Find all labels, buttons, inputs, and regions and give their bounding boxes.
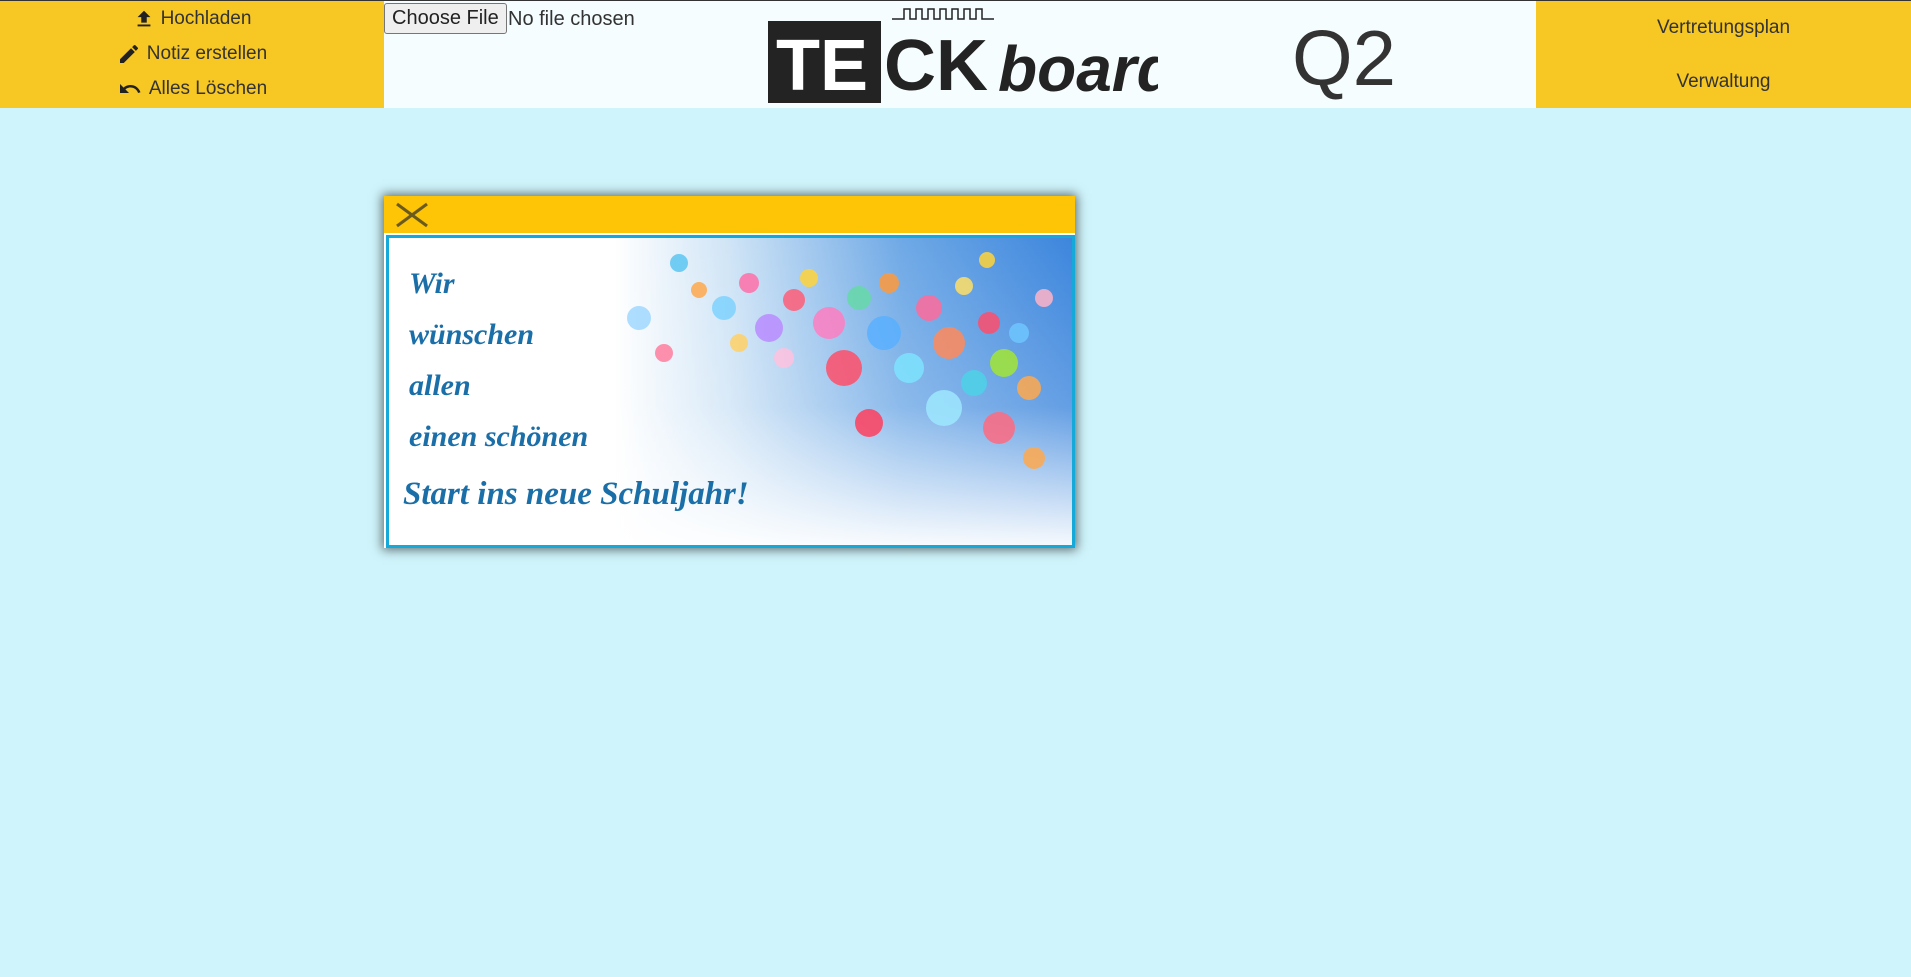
logo-ck: CK [884,26,988,105]
greeting-line-1: Wir [409,267,455,300]
close-icon[interactable] [394,201,430,229]
file-status: No file chosen [508,8,635,30]
undo-icon [119,84,141,93]
clear-all-button[interactable]: Alles Löschen [0,72,384,106]
pencil-icon [119,44,138,63]
logo-te: TE [776,26,868,105]
greeting-line-3: allen [409,369,471,402]
upload-button[interactable]: Hochladen [0,2,384,36]
top-bar: Hochladen Notiz erstellen Alles Löschen … [0,0,1911,108]
class-label: Q2 [1292,14,1397,102]
clear-all-label: Alles Löschen [148,78,268,99]
teckboard-logo: TE CK board [768,8,1158,105]
administration-link[interactable]: Verwaltung [1536,62,1911,102]
create-note-button[interactable]: Notiz erstellen [0,37,384,71]
choose-file-button[interactable]: Choose File [384,3,507,34]
nav-menu: Vertretungsplan Verwaltung [1536,1,1911,108]
greeting-image: Wir wünschen allen einen schönen Start i… [386,235,1075,548]
note-widget[interactable]: Wir wünschen allen einen schönen Start i… [384,196,1075,548]
logo-board: board [998,33,1158,105]
greeting-line-4: einen schönen [409,420,588,453]
header-center: Choose File No file chosen TE CK board Q… [384,1,1536,108]
upload-label: Hochladen [160,8,252,29]
greeting-line-2: wünschen [409,318,534,351]
greeting-line-5: Start ins neue Schuljahr! [403,476,749,512]
create-note-label: Notiz erstellen [146,43,268,64]
action-menu: Hochladen Notiz erstellen Alles Löschen [0,1,384,108]
substitution-plan-link[interactable]: Vertretungsplan [1536,8,1911,48]
upload-icon [137,10,150,27]
widget-header[interactable] [384,196,1075,233]
